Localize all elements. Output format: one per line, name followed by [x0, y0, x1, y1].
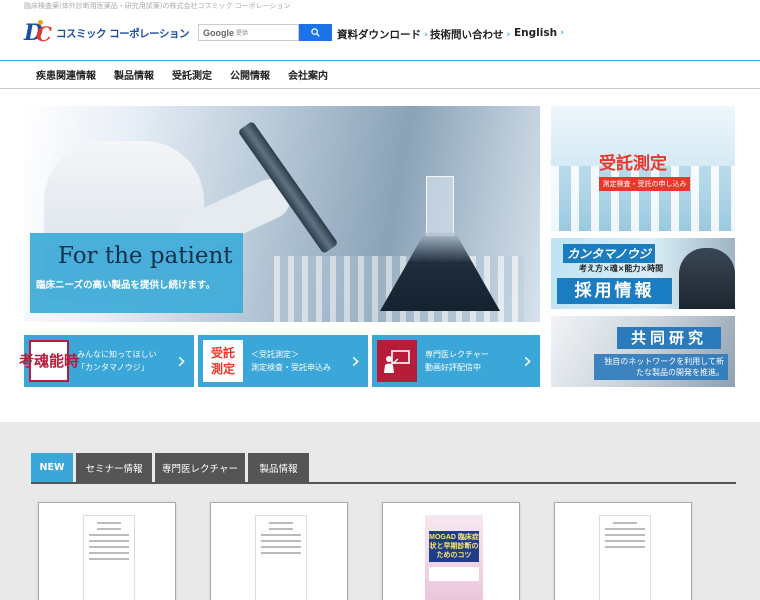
recruit-banner[interactable]: カンタマノウジ 考え方×魂×能力×時間 採用情報 [551, 238, 735, 309]
chevron-right-icon: › [177, 348, 186, 374]
tech-inquiry-link[interactable]: 技術問い合わせ › [430, 27, 510, 42]
document-thumbnail [599, 515, 651, 600]
contract-banner-title: 受託測定 [599, 154, 667, 174]
google-powered-label: 提供 [236, 31, 249, 37]
kantama-tile-text: みんなに知ってほしい 「カンタマノウジ」 [77, 350, 157, 372]
hero-caption: For the patient 臨床ニーズの高い製品を提供し続けます。 [30, 233, 243, 313]
chevron-right-icon: › [351, 348, 360, 374]
banner-photo-people [679, 248, 735, 309]
seminar-poster-thumbnail: MOGAD 臨床症状と早期診断のためのコツ [425, 515, 483, 600]
joint-research-banner[interactable]: 共同研究 独自のネットワークを利用して新たな製品の開発を推進。 [551, 316, 735, 387]
search-input[interactable]: Google 提供 [198, 24, 299, 41]
news-card[interactable]: MOGAD 臨床症状と早期診断のためのコツ [382, 502, 520, 600]
nav-item-disease-info[interactable]: 疾患関連情報 [36, 67, 96, 82]
download-link[interactable]: 資料ダウンロード › [337, 27, 428, 42]
site-tagline: 臨床検査薬(体外診断用医薬品・研究用試薬)の株式会社コスミック コーポレーション [24, 2, 291, 10]
google-label: Google [203, 27, 234, 38]
kantama-tile[interactable]: 考魂 能時 みんなに知ってほしい 「カンタマノウジ」 › [19, 335, 194, 387]
joint-banner-title: 共同研究 [617, 327, 721, 349]
chevron-right-icon: › [424, 29, 428, 40]
banner-photo-tubes [551, 166, 735, 231]
news-card[interactable] [554, 502, 692, 600]
nav-item-products[interactable]: 製品情報 [114, 67, 154, 82]
chevron-right-icon: › [560, 28, 564, 38]
company-logo[interactable]: DC コスミック コーポレーション [24, 20, 189, 46]
english-link[interactable]: English › [514, 27, 564, 39]
tab-lecture[interactable]: 専門医レクチャー [155, 453, 245, 482]
nav-item-company[interactable]: 会社案内 [288, 67, 328, 82]
hero-subtitle: 臨床ニーズの高い製品を提供し続けます。 [36, 280, 216, 291]
document-thumbnail [83, 515, 135, 600]
news-card[interactable] [38, 502, 176, 600]
tab-products[interactable]: 製品情報 [248, 453, 309, 482]
tech-inquiry-link-label: 技術問い合わせ [430, 29, 504, 41]
contract-testing-tile-text: ＜受託測定＞ 測定検査・受託申込み [251, 350, 331, 372]
hero-photo-flask [380, 176, 500, 316]
hero-title: For the patient [58, 243, 233, 269]
page: 臨床検査薬(体外診断用医薬品・研究用試薬)の株式会社コスミック コーポレーション… [0, 0, 760, 600]
document-thumbnail [255, 515, 307, 600]
chevron-right-icon: › [523, 348, 532, 374]
contract-testing-icon: 受託 測定 [203, 340, 243, 382]
site-search: Google 提供 [198, 24, 332, 41]
kantama-kanji-icon: 考魂 能時 [19, 340, 79, 382]
hero-slider[interactable]: For the patient 臨床ニーズの高い製品を提供し続けます。 [24, 106, 540, 322]
lecture-tile[interactable]: 専門医レクチャー 動画好評配信中 › [372, 335, 540, 387]
news-card[interactable] [210, 502, 348, 600]
joint-banner-sub: 独自のネットワークを利用して新たな製品の開発を推進。 [594, 354, 728, 380]
search-icon [311, 28, 320, 37]
nav-item-public-info[interactable]: 公開情報 [230, 67, 270, 82]
recruit-banner-formula: 考え方×魂×能力×時間 [579, 264, 664, 273]
nav-item-contract-testing[interactable]: 受託測定 [172, 67, 212, 82]
tab-divider [31, 482, 736, 484]
download-link-label: 資料ダウンロード [337, 29, 421, 41]
contract-banner-sub: 測定検査・受託の申し込み [599, 177, 690, 191]
recruit-banner-kantama: カンタマノウジ [563, 244, 655, 263]
tab-seminar[interactable]: セミナー情報 [76, 453, 152, 482]
contract-testing-banner[interactable]: 受託測定 測定検査・受託の申し込み [551, 106, 735, 231]
main-nav: 疾患関連情報 製品情報 受託測定 公開情報 会社案内 [0, 60, 760, 89]
contract-testing-tile[interactable]: 受託 測定 ＜受託測定＞ 測定検査・受託申込み › [198, 335, 368, 387]
chevron-right-icon: › [506, 29, 511, 40]
lecture-presenter-icon [377, 340, 417, 382]
poster-title: MOGAD 臨床症状と早期診断のためのコツ [429, 531, 479, 562]
search-button[interactable] [299, 24, 332, 41]
recruit-banner-title: 採用情報 [557, 278, 672, 304]
tab-new[interactable]: NEW [31, 453, 73, 482]
logo-text: コスミック コーポレーション [56, 27, 189, 40]
news-tabs: NEW セミナー情報 専門医レクチャー 製品情報 [31, 453, 312, 482]
logo-mark-icon: DC [24, 20, 52, 46]
english-link-label: English [514, 27, 558, 39]
lecture-tile-text: 専門医レクチャー 動画好評配信中 [425, 350, 489, 372]
